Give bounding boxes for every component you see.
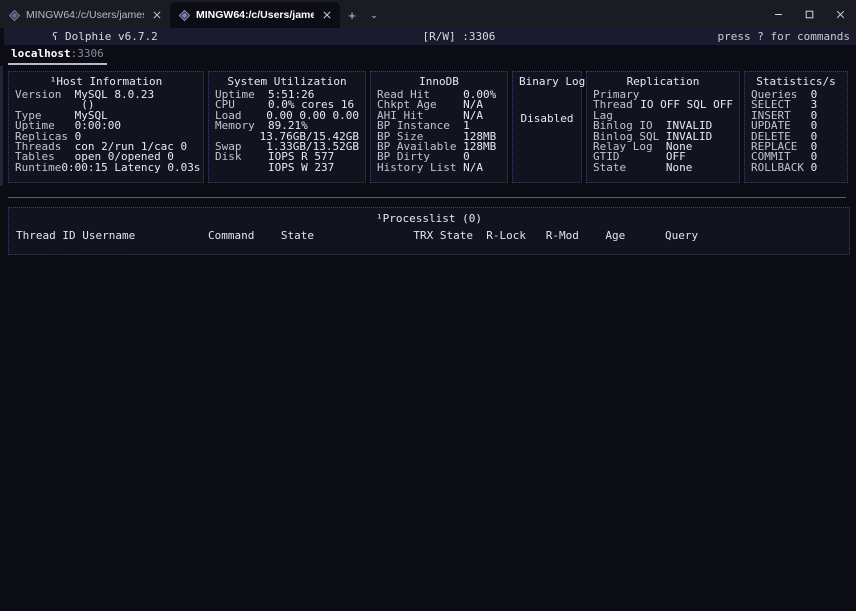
new-tab-button[interactable]: + [340,2,364,28]
dolphie-title: ʕ Dolphie v6.7.2 [12,11,158,62]
dashboard: ¹Host Information VersionMySQL 8.0.23 ()… [0,67,856,183]
terminal-icon [179,10,190,21]
panel-title: ¹Host Information [15,76,197,88]
row-value: 0 [811,163,818,173]
row-key: Version [15,90,75,100]
stats-row-rollback: ROLLBACK0 [751,163,841,173]
window-controls [763,0,856,28]
repl-row-thread: ThreadIO OFF SQL OFF [593,100,733,110]
host-row-version: VersionMySQL 8.0.23 [15,90,197,100]
panel-host-information: ¹Host Information VersionMySQL 8.0.23 ()… [8,71,204,183]
dolphie-mode-port: [R/W] :3306 [383,11,496,62]
panel-title: System Utilization [215,76,359,88]
vertical-scrollbar[interactable] [0,66,3,611]
row-key: History List [377,163,463,173]
sys-row-disk-write: IOPS W 237 [215,163,359,173]
row-key: ROLLBACK [751,163,811,173]
panel-statistics: Statistics/s Queries0 SELECT3 INSERT0 UP… [744,71,848,183]
row-value: 0:00:00 [75,121,121,131]
panel-binary-log: Binary Log Disabled [512,71,582,183]
rw-mode-badge: [R/W] [422,30,455,43]
close-icon[interactable] [320,8,334,22]
commands-hint: press ? for commands [718,28,850,45]
port-label: :3306 [462,30,495,43]
minimize-icon[interactable] [763,0,794,28]
scrollbar-thumb[interactable] [0,66,3,186]
processlist-header-row: Thread ID Username Command State TRX Sta… [16,229,698,242]
row-key: Runtime [15,163,61,173]
panel-system-utilization: System Utilization Uptime5:51:26 CPU0.0%… [208,71,366,183]
row-value: IOPS W 237 [268,163,334,173]
panel-title: InnoDB [377,76,501,88]
maximize-icon[interactable] [794,0,825,28]
chevron-down-icon[interactable]: ⌄ [364,2,384,28]
innodb-row-history-list: History ListN/A [377,163,501,173]
row-value: 0:00:15 Latency 0.03s [61,163,200,173]
row-value: IO OFF SQL OFF [640,100,733,110]
terminal-tab-2[interactable]: MINGW64:/c/Users/james/dol [170,2,340,28]
close-icon[interactable] [825,0,856,28]
processlist-title: ¹Processlist (0) [9,212,849,225]
row-key [215,163,268,173]
row-key: Disk [215,152,268,162]
panel-replication: Replication Primary ThreadIO OFF SQL OFF… [586,71,740,183]
terminal-window: MINGW64:/c/Users/james/dolt MINGW64:/c/U… [0,0,856,611]
binary-log-status: Disabled [519,114,575,124]
tab-title: MINGW64:/c/Users/james/dol [196,9,314,21]
dashboard-panel-row: ¹Host Information VersionMySQL 8.0.23 ()… [8,71,850,183]
dolphin-glyph: ʕ [52,30,65,43]
row-key: State [593,163,666,173]
panel-processlist: ¹Processlist (0) Thread ID Username Comm… [8,207,850,255]
dolphie-header-bar: ʕ Dolphie v6.7.2 [R/W] :3306 press ? for… [4,28,856,45]
host-row-runtime: Runtime0:00:15 Latency 0.03s [15,163,197,173]
panel-innodb: InnoDB Read Hit0.00% Chkpt AgeN/A AHI Hi… [370,71,508,183]
row-value: None [666,163,693,173]
repl-row-state: StateNone [593,163,733,173]
processlist-section: ¹Processlist (0) Thread ID Username Comm… [0,198,856,255]
panel-title: Statistics/s [751,76,841,88]
panel-title: Replication [593,76,733,88]
panel-title: Binary Log [519,76,575,88]
row-value: N/A [463,163,483,173]
